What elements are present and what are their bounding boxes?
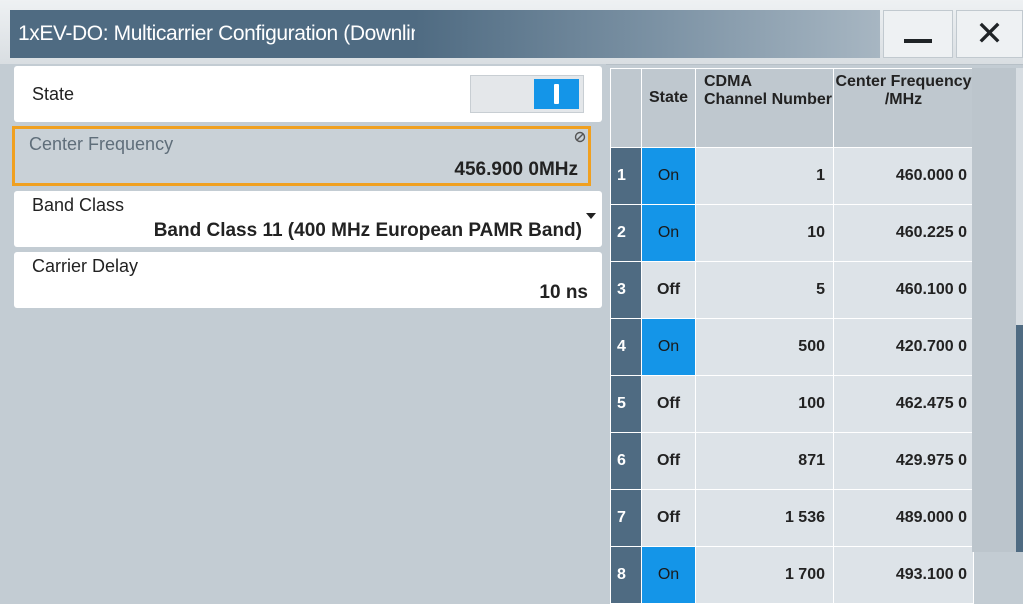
- title-bar-fill: [415, 10, 880, 58]
- read-only-icon: [574, 131, 586, 143]
- band-class-label: Band Class: [32, 195, 125, 215]
- row-channel-cell[interactable]: 1 536: [695, 489, 834, 547]
- window-title: 1xEV-DO: Multicarrier Configuration (Dow…: [10, 10, 439, 58]
- table-row: 2 On 10 460.225 0: [610, 204, 974, 262]
- minimize-button[interactable]: [883, 10, 953, 58]
- frequency-header-line2: /MHz: [884, 91, 923, 108]
- row-state-cell[interactable]: On: [641, 147, 696, 205]
- carrier-delay-field[interactable]: Carrier Delay 10 ns: [14, 252, 602, 308]
- center-frequency-value: 456.900 0MHz: [454, 159, 578, 180]
- row-frequency-cell: 420.700 0: [833, 318, 974, 376]
- toggle-on-icon: [554, 84, 559, 104]
- state-header: State: [641, 68, 696, 148]
- row-index: 3: [610, 261, 642, 319]
- row-channel-cell[interactable]: 871: [695, 432, 834, 490]
- center-frequency-field[interactable]: Center Frequency 456.900 0MHz: [12, 126, 591, 186]
- index-header: [610, 68, 642, 148]
- state-label: State: [32, 84, 75, 104]
- state-toggle[interactable]: [470, 75, 584, 113]
- table-body: 1 On 1 460.000 0 2 On 10 460.225 0 3 Off 5 460.100 …: [610, 147, 974, 604]
- row-frequency-cell: 460.000 0: [833, 147, 974, 205]
- band-class-value: Band Class 11 (400 MHz European PAMR Ban…: [153, 220, 582, 241]
- row-frequency-cell: 460.100 0: [833, 261, 974, 319]
- table-row: 8 On 1 700 493.100 0: [610, 546, 974, 604]
- row-channel-cell[interactable]: 100: [695, 375, 834, 433]
- toggle-knob: [534, 79, 579, 109]
- row-state-cell[interactable]: On: [641, 318, 696, 376]
- carrier-table: State CDMA Channel Number Center Frequen…: [610, 68, 974, 604]
- row-channel-cell[interactable]: 5: [695, 261, 834, 319]
- row-state-cell[interactable]: On: [641, 546, 696, 604]
- table-row: 7 Off 1 536 489.000 0: [610, 489, 974, 547]
- dropdown-arrow-icon: [586, 213, 596, 219]
- row-index: 8: [610, 546, 642, 604]
- row-index: 5: [610, 375, 642, 433]
- row-index: 7: [610, 489, 642, 547]
- title-bar: 1xEV-DO: Multicarrier Configuration (Dow…: [0, 0, 1023, 65]
- row-state-cell[interactable]: Off: [641, 489, 696, 547]
- band-class-field[interactable]: Band Class Band Class 11 (400 MHz Europe…: [14, 191, 602, 247]
- row-channel-cell[interactable]: 1: [695, 147, 834, 205]
- row-index: 4: [610, 318, 642, 376]
- carrier-delay-label: Carrier Delay: [32, 256, 139, 276]
- row-index: 1: [610, 147, 642, 205]
- scrollbar-thumb[interactable]: [1016, 325, 1023, 552]
- row-frequency-cell: 460.225 0: [833, 204, 974, 262]
- frequency-header: Center Frequency /MHz: [833, 68, 974, 148]
- row-channel-cell[interactable]: 10: [695, 204, 834, 262]
- close-icon: ✕: [975, 15, 1004, 53]
- carrier-delay-value: 10 ns: [539, 282, 588, 303]
- table-row: 4 On 500 420.700 0: [610, 318, 974, 376]
- table-row: 6 Off 871 429.975 0: [610, 432, 974, 490]
- state-header-label: State: [648, 89, 689, 106]
- center-frequency-label: Center Frequency: [29, 134, 174, 154]
- row-frequency-cell: 493.100 0: [833, 546, 974, 604]
- row-state-cell[interactable]: Off: [641, 432, 696, 490]
- table-row: 1 On 1 460.000 0: [610, 147, 974, 205]
- row-state-cell[interactable]: On: [641, 204, 696, 262]
- frequency-header-line1: Center Frequency: [835, 73, 972, 90]
- channel-header-line1: CDMA: [704, 73, 752, 90]
- row-frequency-cell: 462.475 0: [833, 375, 974, 433]
- scrollbar-track[interactable]: [1016, 68, 1023, 325]
- minimize-icon: [904, 39, 932, 43]
- row-index: 6: [610, 432, 642, 490]
- channel-header-line2: Channel Number: [704, 91, 833, 108]
- channel-header: CDMA Channel Number: [695, 68, 834, 148]
- row-state-cell[interactable]: Off: [641, 261, 696, 319]
- row-index: 2: [610, 204, 642, 262]
- row-state-cell[interactable]: Off: [641, 375, 696, 433]
- row-channel-cell[interactable]: 500: [695, 318, 834, 376]
- close-button[interactable]: ✕: [956, 10, 1023, 58]
- table-row: 3 Off 5 460.100 0: [610, 261, 974, 319]
- table-header-row: State CDMA Channel Number Center Frequen…: [610, 68, 974, 148]
- table-row: 5 Off 100 462.475 0: [610, 375, 974, 433]
- row-channel-cell[interactable]: 1 700: [695, 546, 834, 604]
- carrier-table-area: State CDMA Channel Number Center Frequen…: [610, 68, 1023, 604]
- row-frequency-cell: 489.000 0: [833, 489, 974, 547]
- state-row: State: [14, 66, 602, 122]
- row-frequency-cell: 429.975 0: [833, 432, 974, 490]
- table-gutter: [972, 68, 1016, 552]
